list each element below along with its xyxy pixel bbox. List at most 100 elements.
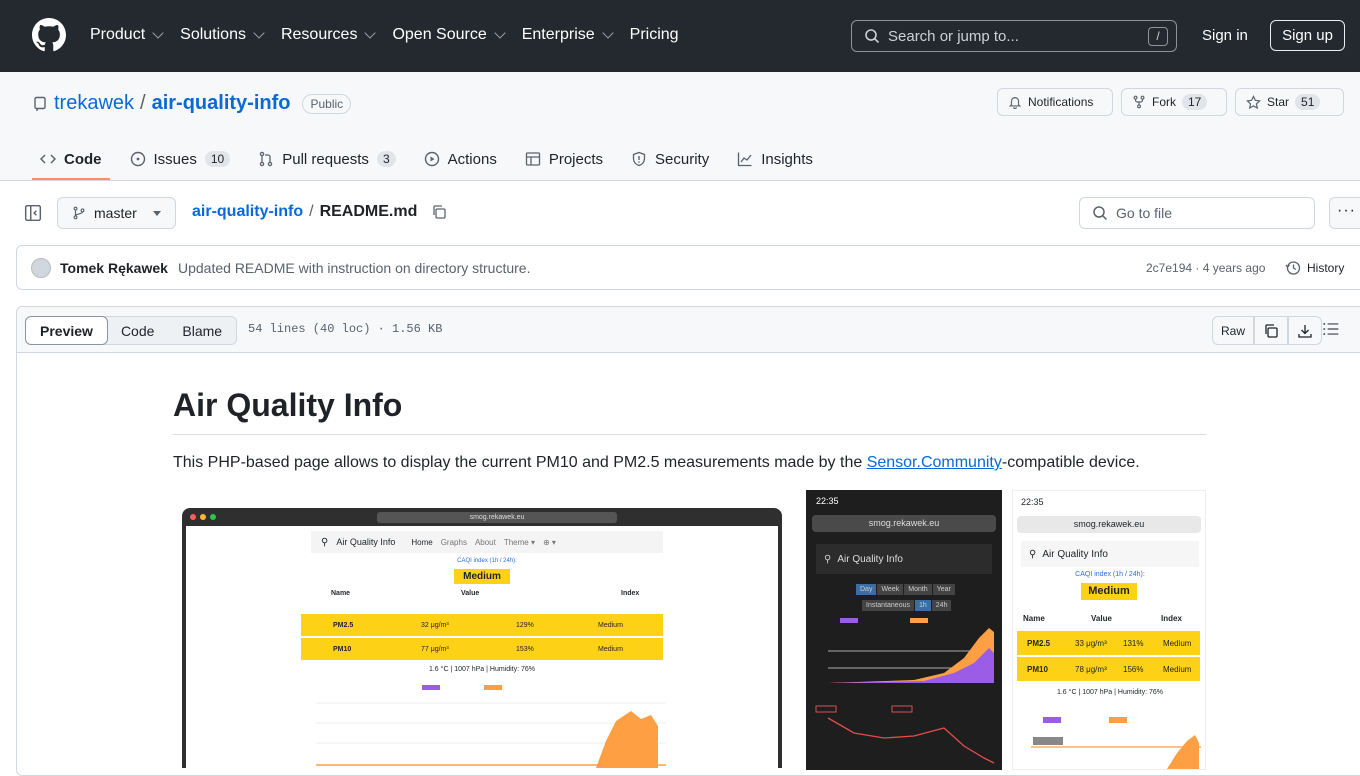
visibility-badge: Public — [302, 93, 352, 114]
code-mode-button[interactable]: Code — [107, 317, 168, 344]
copy-raw-button[interactable] — [1254, 316, 1289, 345]
sign-in-link[interactable]: Sign in — [1202, 27, 1248, 44]
sensor-community-link[interactable]: Sensor.Community — [867, 454, 1002, 471]
star-label: Star — [1267, 95, 1290, 109]
caret-down-icon — [152, 210, 161, 216]
blame-mode-button[interactable]: Blame — [168, 317, 236, 344]
branch-name: master — [94, 205, 137, 221]
row-percent: 129% — [516, 621, 534, 629]
pull-request-icon — [259, 151, 273, 167]
table-row: PM10 77 μg/m³ 153% Medium — [301, 638, 663, 660]
preview-mode-button[interactable]: Preview — [25, 316, 108, 345]
fork-count: 17 — [1182, 94, 1208, 110]
nav-resources[interactable]: Resources — [281, 24, 377, 46]
commit-author[interactable]: Tomek Rękawek — [60, 260, 168, 276]
tab-count: 10 — [204, 151, 231, 167]
file-viewer-toolbar: Preview Code Blame 54 lines (40 loc) · 1… — [17, 307, 1360, 353]
history-icon — [1285, 261, 1301, 275]
nav-product[interactable]: Product — [90, 24, 164, 46]
maximize-dot-icon — [210, 514, 216, 520]
col-name: Name — [331, 590, 351, 597]
range-month: Month — [904, 584, 932, 595]
caqi-level-badge: Medium — [454, 569, 510, 584]
row-index: Medium — [598, 621, 623, 629]
row-value: 33 μg/m³ — [1075, 638, 1107, 648]
row-percent: 153% — [516, 645, 534, 653]
nav-open-source[interactable]: Open Source — [392, 24, 506, 46]
search-input[interactable]: Search or jump to... / — [851, 20, 1177, 52]
weather-line: 1.6 °C | 1007 hPa | Humidity: 76% — [428, 666, 536, 673]
global-header: Product Solutions Resources Open Source … — [0, 0, 1360, 72]
intro-text: This PHP-based page allows to display th… — [173, 454, 867, 471]
tab-code[interactable]: Code — [32, 138, 110, 180]
star-icon — [1246, 94, 1261, 109]
nav-solutions[interactable]: Solutions — [180, 24, 265, 46]
issue-icon — [130, 151, 145, 167]
star-button[interactable]: Star 51 — [1235, 88, 1344, 116]
fork-button[interactable]: Fork 17 — [1121, 88, 1227, 116]
subrange-24h: 24h — [931, 600, 952, 611]
raw-actions: Raw — [1212, 316, 1323, 345]
dark-app-navbar: ⚲ Air Quality Info — [816, 544, 992, 574]
tab-pull-requests[interactable]: Pull requests 3 — [250, 138, 403, 180]
outline-list-icon[interactable] — [1322, 320, 1340, 338]
sidebar-toggle-icon[interactable] — [24, 204, 42, 222]
range-day: Day — [856, 584, 877, 595]
go-to-file-input[interactable]: Go to file — [1079, 197, 1315, 229]
row-name: PM10 — [333, 645, 352, 653]
shield-icon — [632, 151, 646, 167]
table-row: PM2.5 32 μg/m³ 129% Medium — [301, 614, 663, 636]
raw-button[interactable]: Raw — [1212, 316, 1255, 345]
repo-owner-link[interactable]: trekawek — [54, 92, 134, 115]
sign-up-button[interactable]: Sign up — [1270, 20, 1345, 51]
menu-language: ⊕ ▾ — [542, 537, 556, 547]
avatar[interactable] — [31, 258, 51, 278]
history-label: History — [1307, 261, 1345, 275]
nav-pricing[interactable]: Pricing — [630, 24, 679, 46]
minimize-dot-icon — [200, 514, 206, 520]
download-button[interactable] — [1288, 316, 1323, 345]
row-name: PM2.5 — [1027, 638, 1051, 648]
fork-icon — [1133, 95, 1145, 109]
commit-message[interactable]: Updated README with instruction on direc… — [178, 260, 530, 276]
app-logo-icon: ⚲ — [1029, 548, 1037, 560]
menu-about: About — [474, 537, 496, 547]
tab-issues[interactable]: Issues 10 — [122, 138, 239, 180]
notifications-button[interactable]: Notifications — [997, 88, 1113, 116]
branch-selector[interactable]: master — [57, 197, 176, 229]
nav-enterprise[interactable]: Enterprise — [522, 24, 614, 46]
search-shortcut-key: / — [1148, 27, 1168, 46]
repo-name-link[interactable]: air-quality-info — [152, 92, 291, 115]
repo-header: trekawek / air-quality-info Public Notif… — [0, 72, 1360, 181]
view-mode-toggle: Preview Code Blame — [25, 316, 238, 345]
github-logo-icon[interactable] — [32, 18, 66, 52]
tab-security[interactable]: Security — [623, 138, 717, 180]
row-name: PM2.5 — [333, 621, 354, 629]
phone-dark-screenshot: 22:35 smog.rekawek.eu ⚲ Air Quality Info… — [806, 490, 1002, 770]
copy-path-icon[interactable] — [431, 204, 447, 220]
phone-time: 22:35 — [816, 496, 839, 506]
tab-insights[interactable]: Insights — [729, 138, 821, 180]
repo-title: trekawek / air-quality-info Public — [32, 92, 352, 115]
tab-projects[interactable]: Projects — [517, 138, 611, 180]
tab-actions[interactable]: Actions — [416, 138, 505, 180]
menu-theme: Theme ▾ — [503, 537, 535, 547]
col-name: Name — [1023, 614, 1045, 623]
repo-separator: / — [140, 92, 146, 114]
code-icon — [40, 154, 56, 164]
breadcrumb-file: README.md — [319, 203, 418, 220]
readme-content: Air Quality Info This PHP-based page all… — [173, 387, 1206, 475]
chevron-down-icon — [364, 27, 377, 39]
more-options-button[interactable]: ··· — [1329, 197, 1360, 229]
commit-sha-time[interactable]: 2c7e194 · 4 years ago — [1146, 261, 1265, 275]
star-count: 51 — [1295, 94, 1321, 110]
history-button[interactable]: History — [1285, 260, 1344, 276]
tab-label: Projects — [548, 150, 604, 168]
play-icon — [424, 151, 439, 167]
tab-label: Security — [655, 150, 710, 168]
tab-count: 3 — [376, 151, 396, 167]
row-index: Medium — [1163, 638, 1192, 648]
repo-icon — [34, 96, 46, 111]
breadcrumb-repo-link[interactable]: air-quality-info — [192, 203, 303, 221]
repo-actions: Notifications Fork 17 Star 51 — [997, 88, 1344, 116]
